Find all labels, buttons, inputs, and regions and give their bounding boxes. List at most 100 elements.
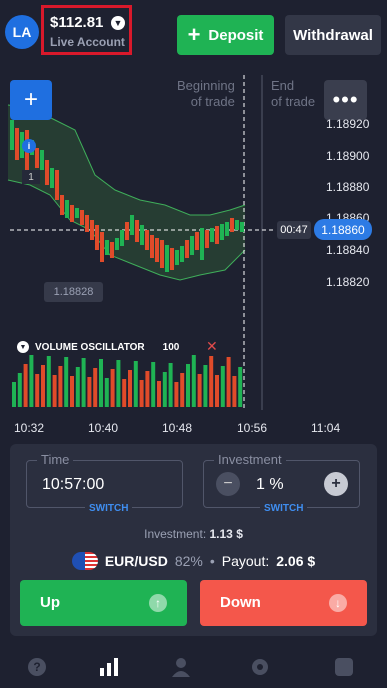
eur-usd-flag-icon (71, 552, 98, 570)
candlestick (10, 120, 14, 150)
oscillator-bar (174, 382, 179, 407)
deposit-button[interactable]: + Deposit (177, 15, 274, 55)
time-field-label: Time (37, 452, 74, 467)
chart-icon[interactable] (98, 657, 118, 677)
candlestick (185, 240, 189, 258)
oscillator-bar (186, 364, 190, 407)
candlestick (105, 240, 109, 255)
candlestick (225, 222, 229, 236)
candlestick (65, 200, 69, 218)
chevron-down-icon[interactable]: ▼ (111, 16, 125, 30)
oscillator-title[interactable]: ▼ VOLUME OSCILLATOR 100 (17, 341, 179, 353)
time-axis-label: 10:56 (237, 421, 268, 435)
candlestick (160, 240, 164, 268)
deal-count-marker[interactable]: 1 (22, 170, 40, 184)
time-field[interactable]: Time 10:57:00 SWITCH (26, 452, 183, 514)
help-icon[interactable]: ? (27, 657, 47, 677)
candlestick (125, 222, 129, 240)
oscillator-bar (203, 365, 208, 407)
oscillator-bar (29, 355, 34, 407)
deposit-label: Deposit (208, 26, 264, 44)
plus-icon: + (187, 22, 201, 47)
time-axis-label: 10:48 (162, 421, 193, 435)
candlestick (145, 230, 149, 250)
oscillator-bar (191, 355, 196, 407)
investment-field[interactable]: Investment − 1 % + SWITCH (203, 452, 360, 514)
chart-menu-button[interactable]: ••• (324, 80, 367, 120)
oscillator-bar (17, 373, 22, 407)
candlestick (155, 238, 159, 262)
candlestick (95, 225, 99, 250)
investment-switch-button[interactable]: SWITCH (260, 503, 308, 514)
oscillator-bar (58, 366, 63, 407)
candlestick (85, 215, 89, 232)
withdrawal-button[interactable]: Withdrawal (285, 15, 381, 55)
down-button[interactable]: Down ↓ (200, 580, 367, 626)
candlestick (195, 232, 199, 250)
candlestick (35, 148, 39, 168)
candlestick (120, 230, 124, 246)
time-value[interactable]: 10:57:00 (42, 476, 104, 494)
minus-button[interactable]: − (216, 472, 240, 496)
oscillator-bar (12, 382, 16, 407)
price-label: 1.18900 (326, 149, 370, 163)
settings-icon[interactable] (250, 657, 270, 677)
oscillator-bar (35, 374, 40, 407)
account-balance[interactable]: $112.81 (50, 14, 103, 31)
oscillator-bar (87, 377, 92, 407)
oscillator-bar (209, 356, 214, 407)
asset-row: EUR/USD 82% • Payout: 2.06 $ (10, 552, 377, 570)
avatar[interactable]: LA (5, 15, 39, 49)
add-indicator-button[interactable]: + (10, 80, 52, 120)
asset-name[interactable]: EUR/USD (105, 553, 168, 569)
oscillator-bar (93, 368, 98, 407)
time-axis-label: 10:40 (88, 421, 119, 435)
investment-summary: Investment: 1.13 $ (144, 527, 243, 541)
investment-value[interactable]: 1 % (256, 476, 284, 494)
candlestick (135, 220, 139, 242)
separator-dot: • (209, 553, 215, 569)
candlestick (110, 242, 114, 258)
price-label: 1.18880 (326, 180, 370, 194)
oscillator-bar (157, 381, 161, 407)
countdown-timer: 00:47 (277, 221, 311, 239)
bollinger-band (8, 105, 245, 280)
dropdown-icon[interactable]: ▼ (17, 341, 29, 353)
oscillator-bar (151, 362, 156, 407)
plus-button[interactable]: + (324, 472, 348, 496)
up-button[interactable]: Up ↑ (20, 580, 187, 626)
candlestick (190, 236, 194, 255)
close-icon[interactable]: ✕ (206, 338, 218, 355)
oscillator-bar (99, 359, 103, 407)
candlestick (240, 222, 244, 232)
oscillator-bar (162, 372, 167, 407)
time-switch-button[interactable]: SWITCH (85, 503, 133, 514)
arrow-up-icon: ↑ (149, 594, 167, 612)
candlestick (210, 228, 214, 242)
oscillator-bar (226, 357, 231, 407)
oscillator-bar (133, 361, 138, 407)
candlestick (175, 250, 179, 265)
oscillator-bar (180, 373, 185, 407)
oscillator-bar (122, 379, 127, 407)
investment-field-label: Investment (214, 452, 286, 467)
square-icon[interactable] (334, 657, 354, 677)
profile-icon[interactable] (171, 657, 191, 677)
candlestick (60, 195, 64, 215)
oscillator-bar (215, 375, 219, 407)
info-icon[interactable]: i (22, 139, 36, 153)
candlestick (235, 220, 239, 230)
candlestick (40, 150, 44, 170)
candlestick (140, 225, 144, 245)
oscillator-bar (64, 357, 69, 407)
oscillator-bar (41, 365, 45, 407)
up-label: Up (40, 594, 60, 611)
oscillator-bar (81, 358, 86, 407)
oscillator-period: 100 (162, 341, 180, 353)
candlestick (100, 232, 104, 262)
down-label: Down (220, 594, 261, 611)
candlestick (170, 248, 174, 270)
asset-percent: 82% (174, 553, 203, 569)
end-of-trade-label: End of trade (271, 78, 316, 109)
candlestick (130, 215, 134, 235)
